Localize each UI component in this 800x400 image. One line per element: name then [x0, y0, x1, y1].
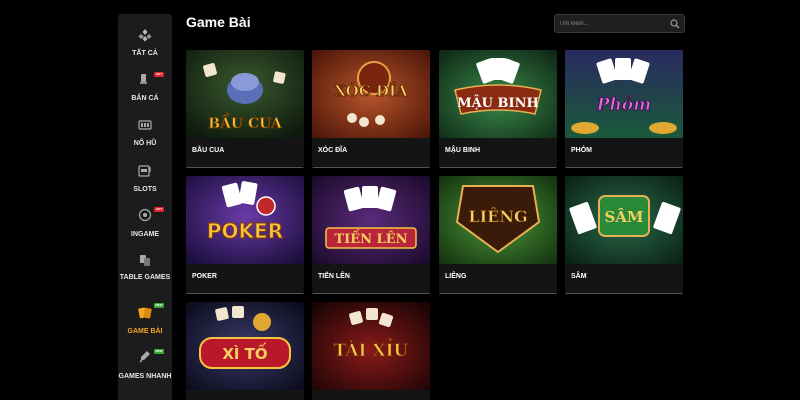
sidebar-item-label: INGAME	[131, 231, 159, 238]
page-title: Game Bài	[186, 14, 251, 30]
card-divider	[312, 293, 430, 294]
game-thumbnail: POKER	[186, 176, 304, 264]
game-art-title: XÌ TỐ	[222, 342, 267, 363]
game-name: LIÊNG	[445, 273, 467, 280]
card-divider	[565, 293, 683, 294]
sidebar-item-label: BẮN CÁ	[131, 95, 159, 102]
sidebar-item-label: GAMES NHANH	[118, 373, 172, 380]
sidebar-item-label: TABLE GAMES	[119, 274, 171, 281]
new-badge: NEW	[154, 303, 164, 308]
sidebar-item-no-hu[interactable]: NỔ HŨ	[118, 118, 172, 158]
card-divider	[565, 167, 683, 168]
game-name: PHỎM	[571, 147, 592, 154]
sidebar: TẤT CẢ HOT BẮN CÁ NỔ HŨ SLOTS HOT INGAME	[118, 14, 172, 400]
game-thumbnail: TIẾN LÊN	[312, 176, 430, 264]
sidebar-item-games-nhanh[interactable]: NEW GAMES NHANH	[118, 349, 172, 398]
card-divider	[312, 167, 430, 168]
sidebar-item-table-games[interactable]: TABLE GAMES	[118, 254, 172, 294]
card-games-icon	[138, 307, 152, 319]
hot-badge: HOT	[154, 72, 164, 77]
search-input[interactable]	[559, 17, 669, 31]
game-card-xi-to[interactable]: XÌ TỐ	[186, 302, 304, 400]
game-thumbnail: XÓC ĐĨA	[312, 50, 430, 138]
search-icon[interactable]	[670, 19, 680, 29]
game-card-phom[interactable]: Phỏm PHỎM	[565, 50, 683, 168]
sidebar-item-slots[interactable]: SLOTS	[118, 164, 172, 204]
game-name: BẦU CUA	[192, 147, 225, 154]
sidebar-item-game-bai[interactable]: NEW GAME BÀI	[118, 303, 172, 346]
game-card-lieng[interactable]: LIÊNG LIÊNG	[439, 176, 557, 294]
game-thumbnail: XÌ TỐ	[186, 302, 304, 390]
card-divider	[439, 293, 557, 294]
ingame-icon	[138, 208, 152, 222]
game-art-title: LIÊNG	[468, 206, 527, 226]
game-card-poker[interactable]: POKER POKER	[186, 176, 304, 294]
card-divider	[186, 167, 304, 168]
game-thumbnail: MẬU BINH	[439, 50, 557, 138]
hot-badge: HOT	[154, 207, 164, 212]
card-divider	[439, 167, 557, 168]
game-art-title: SÂM	[604, 208, 643, 226]
card-divider	[186, 293, 304, 294]
game-art-title: MẬU BINH	[457, 95, 539, 111]
game-name: XÓC ĐĨA	[318, 147, 348, 154]
jackpot-icon	[138, 120, 152, 130]
game-name: MẬU BINH	[445, 147, 480, 154]
game-art-title: XÓC ĐĨA	[334, 81, 408, 100]
all-games-icon	[138, 29, 152, 42]
sidebar-item-tat-ca[interactable]: TẤT CẢ	[118, 28, 172, 68]
game-card-bau-cua[interactable]: BẦU CUA BẦU CUA	[186, 50, 304, 168]
sidebar-item-label: NỔ HŨ	[133, 140, 157, 147]
sidebar-item-label: TẤT CẢ	[132, 50, 158, 57]
game-art-title: TIẾN LÊN	[334, 229, 407, 247]
game-name: SÂM	[571, 273, 587, 280]
sidebar-item-ingame[interactable]: HOT INGAME	[118, 207, 172, 248]
game-name: POKER	[192, 273, 217, 280]
sidebar-item-ban-ca[interactable]: HOT BẮN CÁ	[118, 72, 172, 112]
table-games-icon	[140, 255, 150, 266]
quick-games-icon	[139, 351, 150, 363]
game-thumbnail: LIÊNG	[439, 176, 557, 264]
game-thumbnail: SÂM	[565, 176, 683, 264]
game-name: TIẾN LÊN	[318, 273, 350, 280]
game-card-sam[interactable]: SÂM SÂM	[565, 176, 683, 294]
sidebar-item-label: SLOTS	[133, 186, 157, 193]
game-card-tien-len[interactable]: TIẾN LÊN TIẾN LÊN	[312, 176, 430, 294]
game-thumbnail: Phỏm	[565, 50, 683, 138]
search-box	[554, 14, 685, 33]
new-badge: NEW	[154, 349, 164, 354]
sidebar-item-label: GAME BÀI	[127, 328, 163, 335]
game-art-title: POKER	[207, 219, 283, 243]
game-art-title: Phỏm	[596, 95, 651, 115]
slots-icon	[138, 165, 151, 177]
game-card-tai-xiu[interactable]: TÀI XỈU	[312, 302, 430, 400]
game-thumbnail: BẦU CUA	[186, 50, 304, 138]
game-card-mau-binh[interactable]: MẬU BINH MẬU BINH	[439, 50, 557, 168]
game-card-xoc-dia[interactable]: XÓC ĐĨA XÓC ĐĨA	[312, 50, 430, 168]
fish-shooting-icon	[140, 74, 147, 84]
game-art-title: TÀI XỈU	[334, 338, 409, 361]
game-thumbnail: TÀI XỈU	[312, 302, 430, 390]
